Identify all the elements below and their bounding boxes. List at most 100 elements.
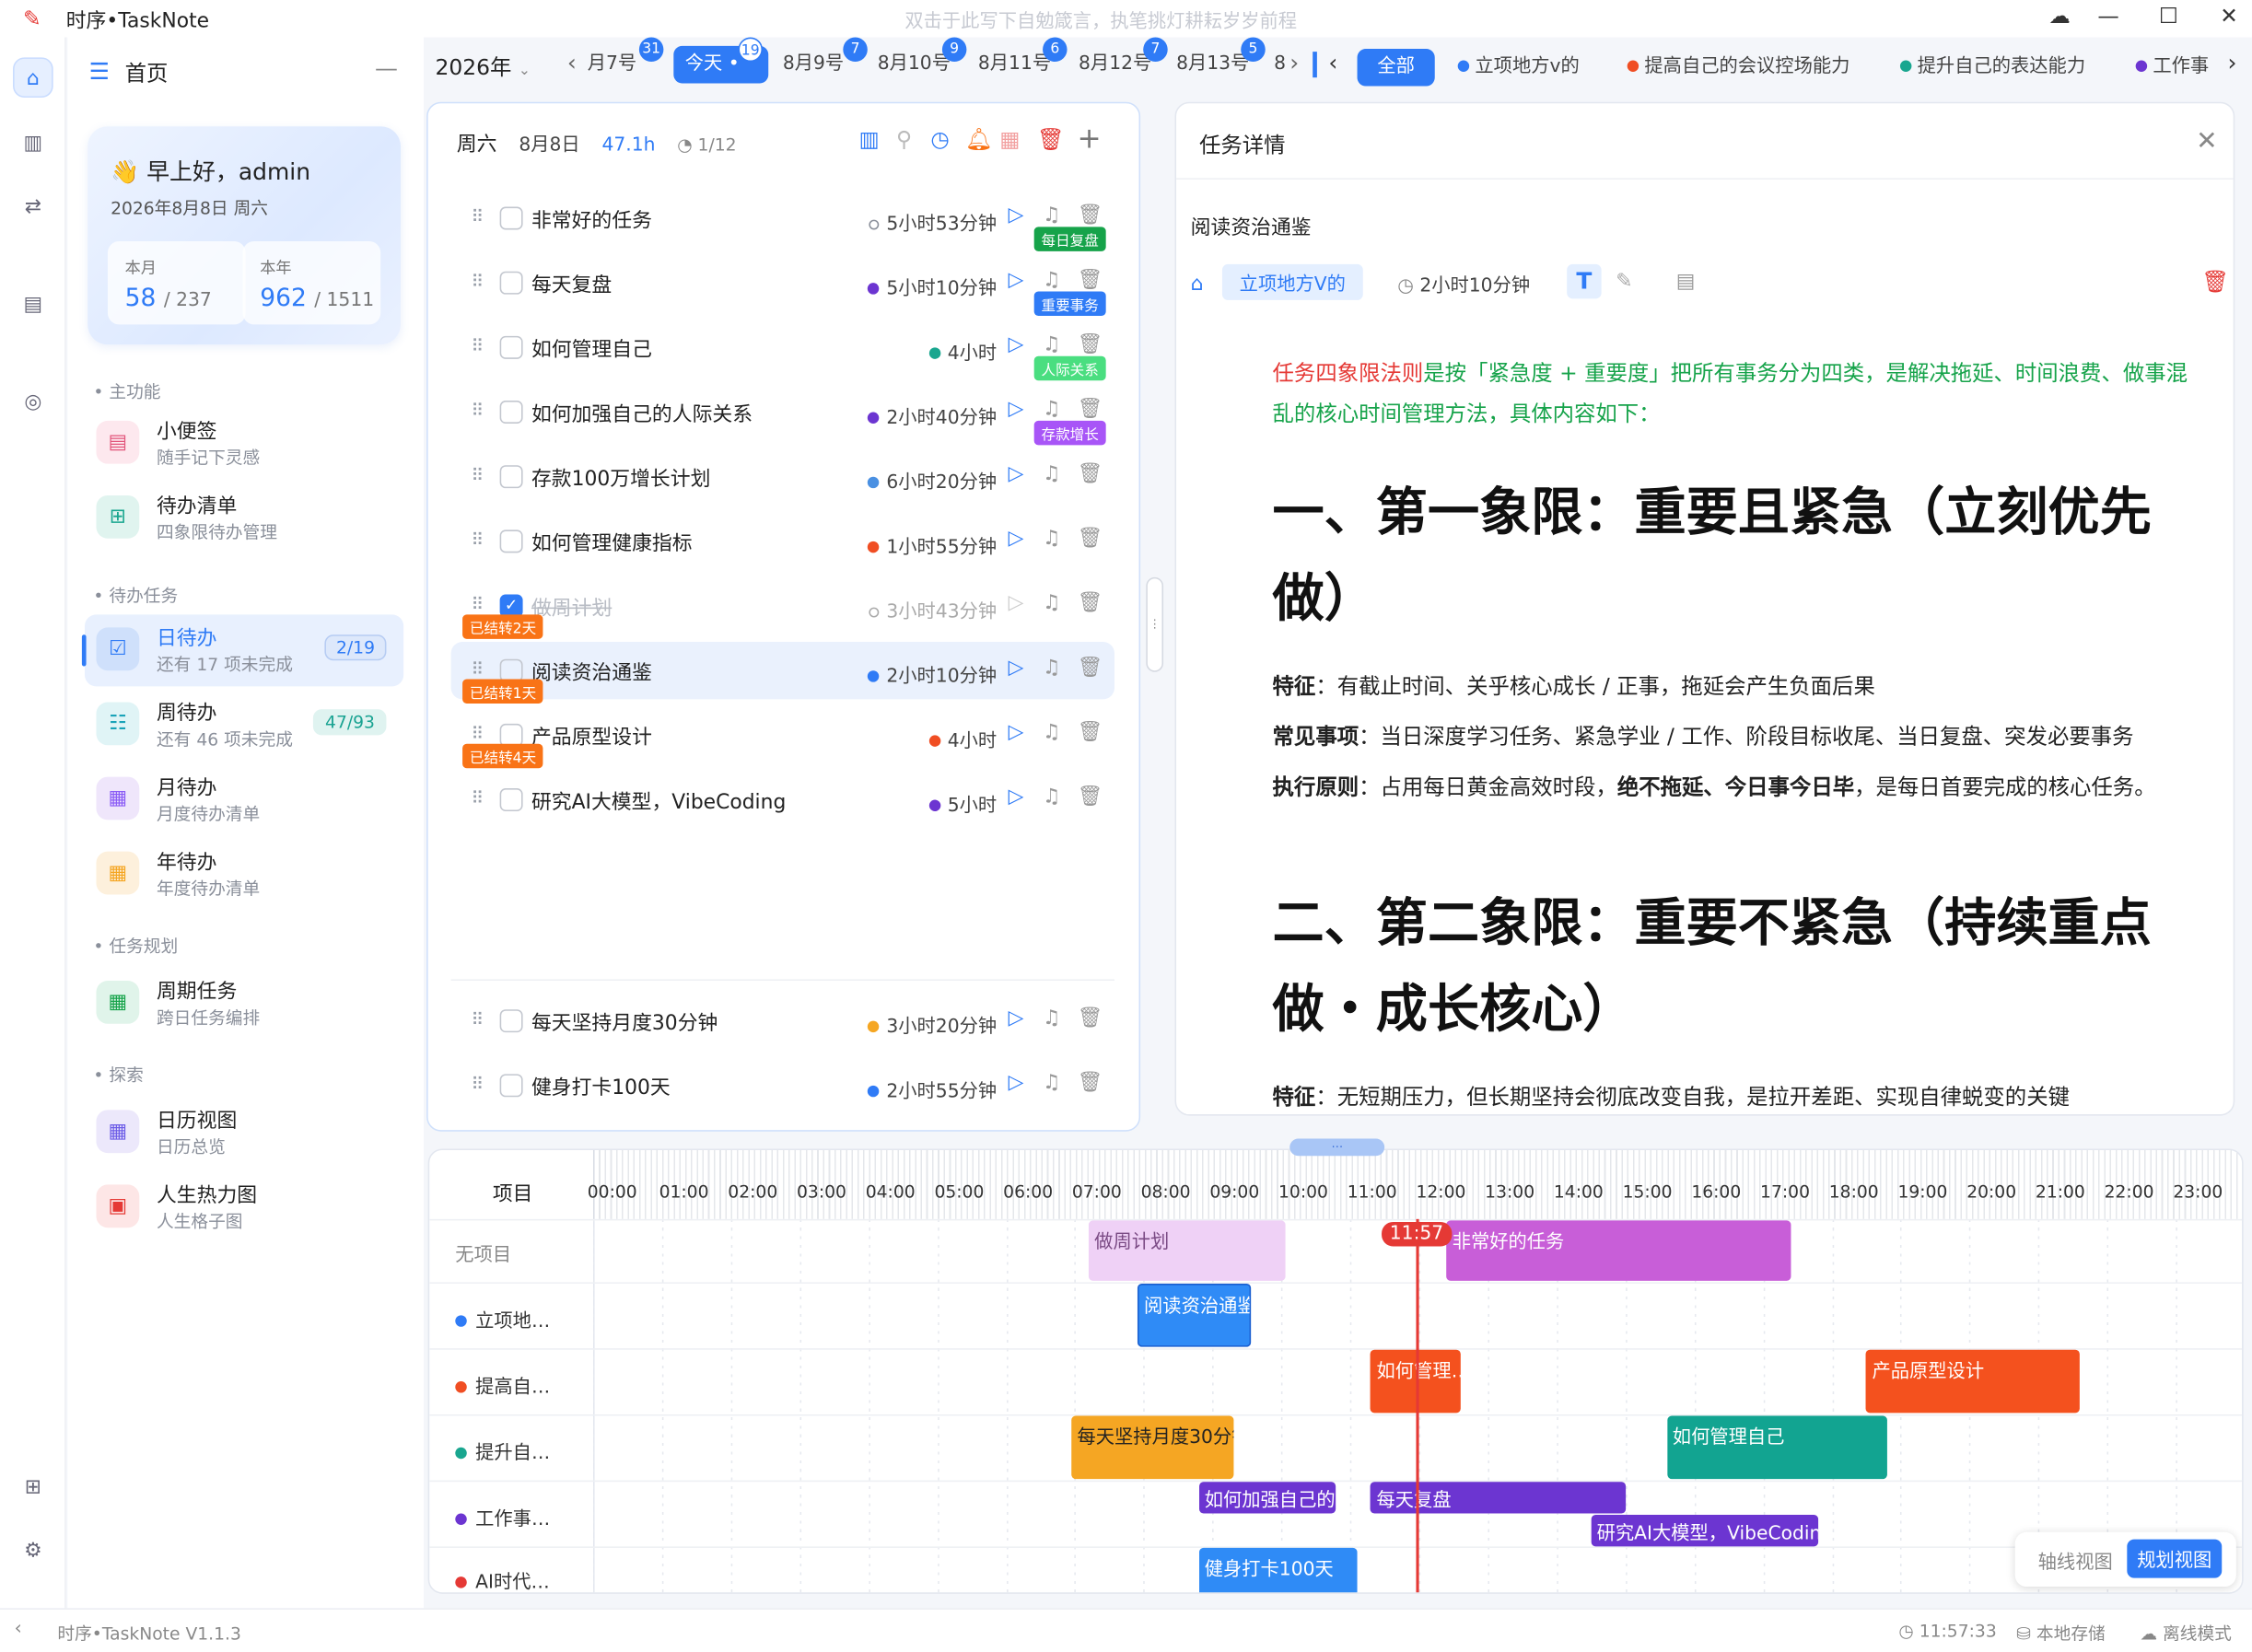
nav-daily-todo[interactable]: ☑ 日待办 还有 17 项未完成 2/19	[81, 614, 404, 687]
gantt-bar[interactable]: 研究AI大模型，VibeCoding	[1591, 1515, 1818, 1547]
task-checkbox[interactable]	[499, 335, 523, 359]
play-icon[interactable]: ▷	[1009, 721, 1024, 744]
trash-icon[interactable]: 🗑︎	[1077, 1006, 1103, 1030]
nav-monthly-todo[interactable]: ▦ 月待办 月度待办清单	[85, 764, 403, 836]
drag-handle-icon[interactable]: ⠿	[471, 207, 484, 227]
gantt-bar[interactable]: 阅读资治通鉴	[1137, 1284, 1251, 1347]
trash-icon[interactable]: 🗑︎	[1077, 204, 1103, 227]
trash-icon[interactable]: 🗑︎	[2201, 269, 2229, 295]
bell-icon[interactable]: ♫	[1043, 591, 1061, 614]
play-icon[interactable]: ▷	[1009, 591, 1024, 614]
nav-weekly-todo[interactable]: ☷ 周待办 还有 46 项未完成 47/93	[85, 689, 403, 761]
trash-icon[interactable]: 🗑︎	[1037, 126, 1065, 152]
task-checkbox[interactable]	[499, 788, 523, 812]
close-icon[interactable]: ✕	[2196, 126, 2218, 157]
filter-next-icon[interactable]: ›	[2227, 49, 2236, 76]
filter-project[interactable]: 工作事	[2135, 49, 2209, 87]
drag-handle-icon[interactable]: ⠿	[471, 401, 484, 421]
duration-chip[interactable]: ◷ 2小时10分钟	[1397, 270, 1530, 297]
trash-icon[interactable]: 🗑︎	[1077, 591, 1103, 614]
task-name[interactable]: 健身打卡100天	[531, 1073, 671, 1101]
drag-handle-icon[interactable]: ⠿	[471, 788, 484, 809]
bell-icon[interactable]: ♫	[1043, 1071, 1061, 1094]
bell-icon[interactable]: ♫	[1043, 269, 1061, 292]
nav-todo-list[interactable]: ⊞ 待办清单 四象限待办管理	[85, 483, 403, 554]
drag-handle-icon[interactable]: ⠿	[471, 272, 484, 292]
trash-icon[interactable]: 🗑︎	[1077, 527, 1103, 550]
play-icon[interactable]: ▷	[1009, 462, 1024, 485]
task-checkbox[interactable]	[499, 1074, 523, 1098]
project-row-label[interactable]: 提高自…	[455, 1371, 550, 1399]
drag-handle-icon[interactable]: ⠿	[471, 465, 484, 485]
task-checkbox[interactable]	[499, 529, 523, 553]
task-row[interactable]: ⠿ 如何加强自己的人际关系 2小时40分钟 ▷ ♫ 🗑︎	[451, 383, 1114, 440]
task-row[interactable]: ⠿ 每天复盘 5小时10分钟 ▷ ♫ 🗑︎	[451, 254, 1114, 311]
plan-view-button[interactable]: 规划视图	[2127, 1539, 2223, 1578]
filter-project[interactable]: 立项地方v的	[1457, 49, 1580, 87]
play-icon[interactable]: ▷	[1009, 333, 1024, 356]
trash-icon[interactable]: 🗑︎	[1077, 398, 1103, 421]
play-icon[interactable]: ▷	[1009, 785, 1024, 809]
nav-sticky-notes[interactable]: ▤ 小便签 随手记下灵感	[85, 408, 403, 480]
task-row[interactable]: ⠿ 研究AI大模型，VibeCoding 5小时 ▷ ♫ 🗑︎	[451, 771, 1114, 828]
task-row[interactable]: ⠿ 健身打卡100天 2小时55分钟 ▷ ♫ 🗑︎	[451, 1057, 1114, 1114]
play-icon[interactable]: ▷	[1009, 1006, 1024, 1030]
year-select[interactable]: 2026年 ⌄	[435, 52, 530, 82]
motto-text[interactable]: 双击于此写下自勉箴言，执笔挑灯耕耘岁岁前程	[904, 6, 1297, 32]
trash-icon[interactable]: 🗑︎	[1077, 721, 1103, 744]
drag-handle-icon[interactable]: ⠿	[471, 529, 484, 550]
drag-handle-icon[interactable]: ⠿	[471, 1074, 484, 1094]
gantt-bar[interactable]: 产品原型设计	[1866, 1349, 2080, 1414]
nav-calendar-view[interactable]: ▦ 日历视图 日历总览	[85, 1097, 403, 1169]
task-name[interactable]: 每天复盘	[531, 270, 612, 298]
play-icon[interactable]: ▷	[1009, 398, 1024, 421]
task-name[interactable]: 研究AI大模型，VibeCoding	[531, 786, 786, 815]
edit-tag-icon[interactable]: ✎	[1616, 270, 1632, 293]
gantt-resize-handle[interactable]: ⋯	[1289, 1138, 1385, 1157]
nav-periodic-tasks[interactable]: ▦ 周期任务 跨日任务编排	[85, 968, 403, 1040]
task-row[interactable]: ⠿ 每天坚持月度30分钟 3小时20分钟 ▷ ♫ 🗑︎	[451, 992, 1114, 1049]
detail-task-title[interactable]: 阅读资治通鉴	[1191, 213, 1312, 241]
filter-project[interactable]: 提升自己的表达能力	[1899, 49, 2085, 87]
cloud-download-icon[interactable]: ☁	[2042, 3, 2076, 31]
task-name[interactable]: 如何管理健康指标	[531, 529, 693, 557]
task-name[interactable]: 如何管理自己	[531, 334, 652, 363]
filter-prev-icon[interactable]: ‹	[1328, 49, 1337, 76]
pin-icon[interactable]: ⚲	[896, 126, 912, 152]
settings-icon[interactable]: ⚙	[13, 1530, 53, 1571]
next-day-icon[interactable]: ›	[1289, 49, 1299, 76]
resize-handle[interactable]: ⋮	[1146, 576, 1164, 672]
bell-icon[interactable]: ♫	[1043, 785, 1061, 809]
bell-icon[interactable]: ♫	[1043, 721, 1061, 744]
bell-icon[interactable]: ♫	[1043, 398, 1061, 421]
trash-icon[interactable]: 🗑︎	[1077, 657, 1103, 680]
task-checkbox[interactable]	[499, 271, 523, 295]
gantt-bar[interactable]: 非常好的任务	[1446, 1220, 1791, 1281]
apps-icon[interactable]: ⊞	[13, 1468, 53, 1508]
bell-icon[interactable]: ♫	[1043, 1006, 1061, 1030]
project-row-label[interactable]: AI时代…	[455, 1566, 550, 1592]
target-icon[interactable]: ◎	[13, 382, 53, 423]
bell-icon[interactable]: ♫	[1043, 657, 1061, 680]
chart-icon[interactable]: ▥	[858, 126, 879, 152]
task-row[interactable]: ⠿ 如何管理自己 4小时 ▷ ♫ 🗑︎	[451, 319, 1114, 376]
collapse-icon[interactable]: —	[375, 54, 398, 82]
maximize-button[interactable]: ☐	[2152, 3, 2186, 31]
gantt-bar[interactable]: 每天复盘	[1371, 1482, 1626, 1514]
bell-icon[interactable]: 🔔︎	[965, 126, 993, 152]
add-task-icon[interactable]: +	[1077, 121, 1101, 155]
gantt-bar[interactable]: 做周计划	[1088, 1220, 1285, 1281]
task-name[interactable]: 如何加强自己的人际关系	[531, 399, 753, 427]
task-name[interactable]: 阅读资治通鉴	[531, 657, 652, 686]
text-format-icon[interactable]: T	[1567, 263, 1602, 299]
gantt-bar[interactable]: 如何管理自己	[1666, 1415, 1887, 1480]
collapse-left-icon[interactable]: ‹	[15, 1618, 22, 1639]
menu-icon[interactable]: ☰	[89, 57, 110, 85]
drag-handle-icon[interactable]: ⠿	[471, 659, 484, 680]
drag-handle-icon[interactable]: ⠿	[471, 1009, 484, 1030]
task-name[interactable]: 每天坚持月度30分钟	[531, 1008, 718, 1037]
day-tab[interactable]: 月7号	[576, 46, 648, 84]
task-checkbox[interactable]	[499, 401, 523, 424]
bell-icon[interactable]: ♫	[1043, 333, 1061, 356]
filter-project[interactable]: 提高自己的会议控场能力	[1627, 49, 1849, 87]
